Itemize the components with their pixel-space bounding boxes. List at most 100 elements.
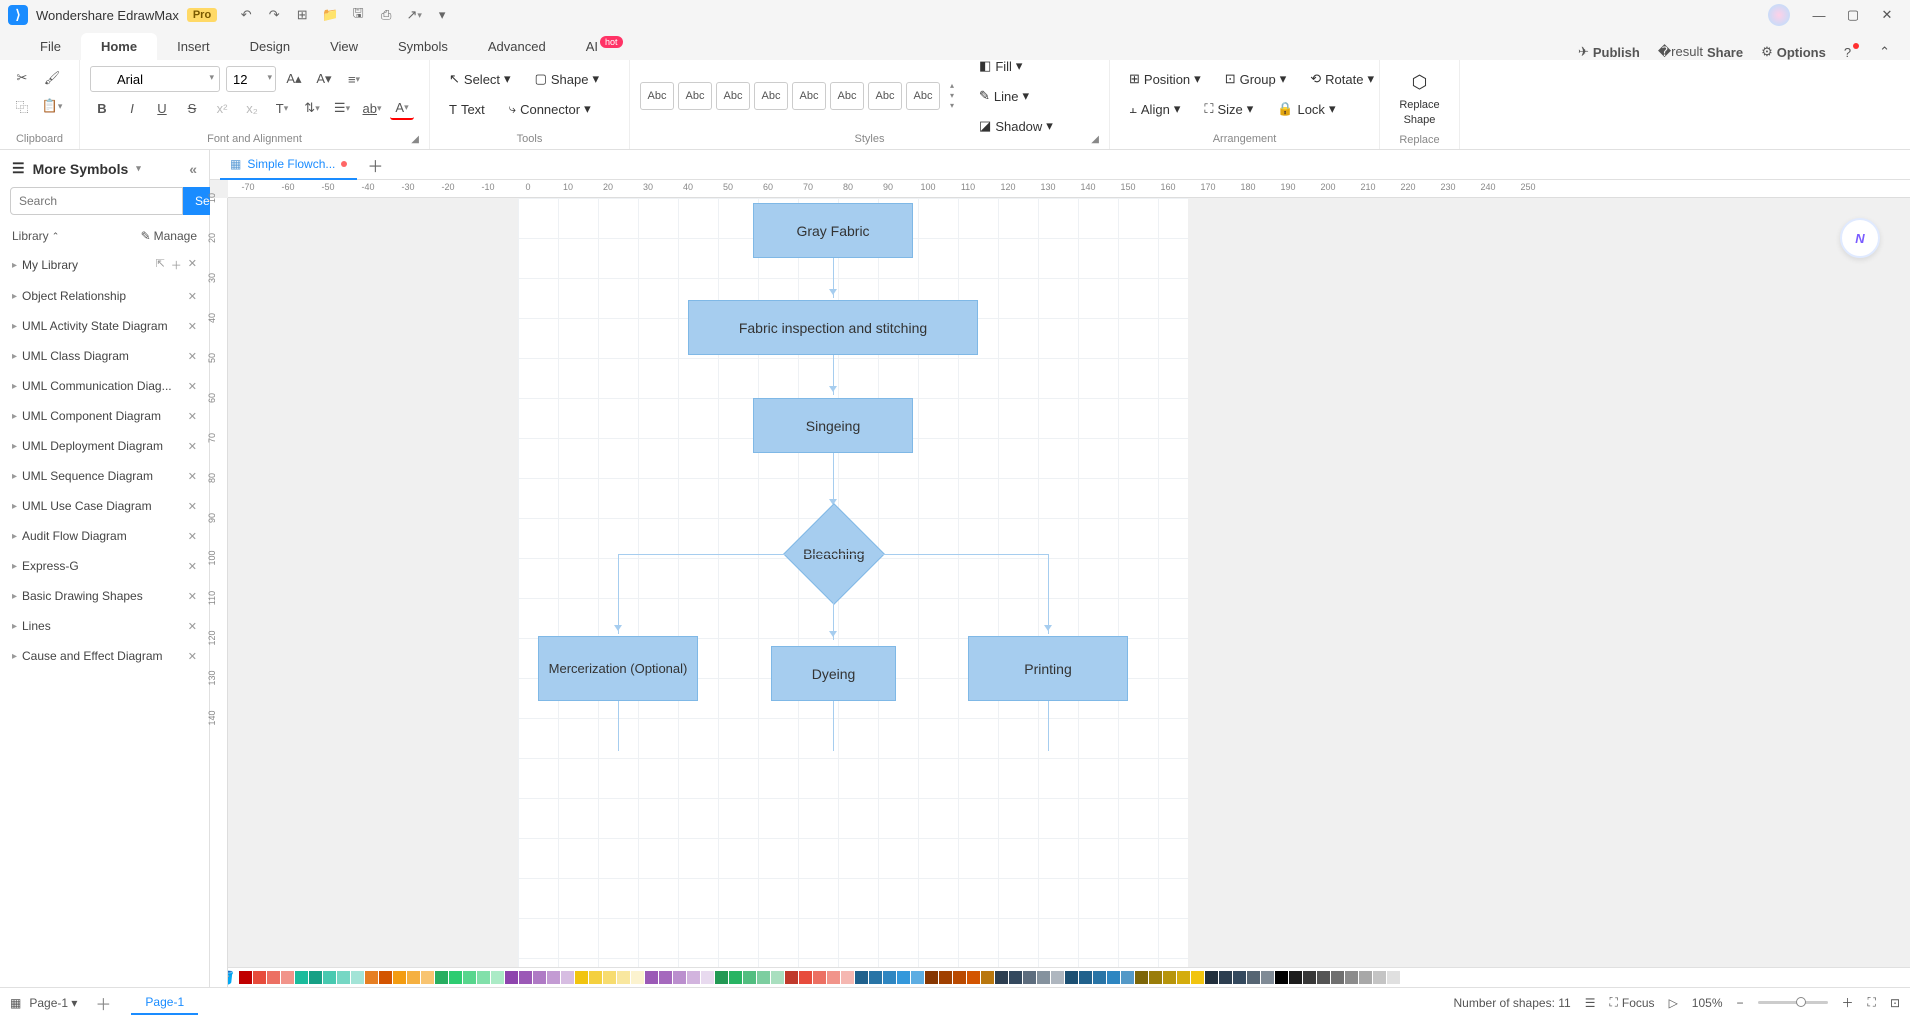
styles-dialog-launcher[interactable]: ◢ xyxy=(1091,134,1099,145)
close-icon[interactable]: ✕ xyxy=(188,560,197,573)
page-selector[interactable]: Page-1 ▾ xyxy=(29,996,77,1010)
tab-view[interactable]: View xyxy=(310,33,378,60)
color-swatch[interactable] xyxy=(477,971,490,984)
rotate-button[interactable]: ⟲ Rotate ▾ xyxy=(1301,66,1383,92)
color-swatch[interactable] xyxy=(295,971,308,984)
color-swatch[interactable] xyxy=(995,971,1008,984)
connector[interactable] xyxy=(1048,701,1049,751)
zoom-slider[interactable] xyxy=(1758,1001,1828,1004)
tab-insert[interactable]: Insert xyxy=(157,33,230,60)
close-icon[interactable]: ✕ xyxy=(188,320,197,333)
flowchart-node-1[interactable]: Gray Fabric xyxy=(753,203,913,258)
add-page-button[interactable]: ＋ xyxy=(95,991,111,1015)
close-icon[interactable]: ✕ xyxy=(188,257,197,273)
flowchart-node-2[interactable]: Fabric inspection and stitching xyxy=(688,300,978,355)
style-gallery-expand[interactable]: ▾ xyxy=(950,102,954,110)
symbol-search-input[interactable] xyxy=(10,187,183,215)
undo-button[interactable]: ↶ xyxy=(237,6,255,24)
shape-tool[interactable]: ▢ Shape ▾ xyxy=(526,66,608,92)
library-item[interactable]: ▸Basic Drawing Shapes✕ xyxy=(0,581,209,611)
color-swatch[interactable] xyxy=(421,971,434,984)
color-swatch[interactable] xyxy=(785,971,798,984)
document-tab[interactable]: ▦ Simple Flowch... xyxy=(220,150,357,180)
connector[interactable] xyxy=(833,355,834,395)
library-label[interactable]: Library xyxy=(12,229,49,243)
connector[interactable] xyxy=(618,701,619,751)
color-swatch[interactable] xyxy=(687,971,700,984)
library-item[interactable]: ▸UML Activity State Diagram✕ xyxy=(0,311,209,341)
text-tool[interactable]: T Text xyxy=(440,97,494,122)
new-button[interactable]: ⊞ xyxy=(293,6,311,24)
color-swatch[interactable] xyxy=(1163,971,1176,984)
color-swatch[interactable] xyxy=(1177,971,1190,984)
close-icon[interactable]: ✕ xyxy=(188,290,197,303)
page[interactable]: Gray Fabric Fabric inspection and stitch… xyxy=(518,198,1188,967)
publish-button[interactable]: ✈ Publish xyxy=(1578,44,1640,60)
color-swatch[interactable] xyxy=(1009,971,1022,984)
color-swatch[interactable] xyxy=(505,971,518,984)
options-button[interactable]: ⚙ Options xyxy=(1761,44,1826,60)
open-button[interactable]: 📁 xyxy=(321,6,339,24)
highlight-button[interactable]: ab xyxy=(360,96,384,120)
zoom-level[interactable]: 105% xyxy=(1692,996,1723,1010)
library-item[interactable]: ▸Audit Flow Diagram✕ xyxy=(0,521,209,551)
color-swatch[interactable] xyxy=(309,971,322,984)
color-swatch[interactable] xyxy=(1037,971,1050,984)
connector[interactable] xyxy=(833,701,834,751)
color-swatch[interactable] xyxy=(1051,971,1064,984)
color-swatch[interactable] xyxy=(1205,971,1218,984)
bullet-list-button[interactable]: ☰ xyxy=(330,96,354,120)
line-button[interactable]: ✎ Line ▾ xyxy=(970,83,1062,109)
decrease-font-button[interactable]: A▾ xyxy=(312,67,336,91)
import-icon[interactable]: ⇱ xyxy=(156,257,165,273)
color-swatch[interactable] xyxy=(967,971,980,984)
color-swatch[interactable] xyxy=(1219,971,1232,984)
flowchart-node-5[interactable]: Mercerization (Optional) xyxy=(538,636,698,701)
close-icon[interactable]: ✕ xyxy=(188,620,197,633)
connector[interactable] xyxy=(1048,554,1049,634)
collapse-ribbon-button[interactable]: ⌃ xyxy=(1879,44,1890,60)
underline-button[interactable]: U xyxy=(150,96,174,120)
replace-shape-button[interactable]: ⬡ Replace Shape xyxy=(1390,66,1449,132)
save-button[interactable]: 🖫 xyxy=(349,6,367,24)
color-swatch[interactable] xyxy=(449,971,462,984)
close-icon[interactable]: ✕ xyxy=(188,350,197,363)
color-swatch[interactable] xyxy=(253,971,266,984)
subscript-button[interactable]: x₂ xyxy=(240,96,264,120)
font-family-select[interactable] xyxy=(90,66,220,92)
color-swatch[interactable] xyxy=(1345,971,1358,984)
color-swatch[interactable] xyxy=(1023,971,1036,984)
color-swatch[interactable] xyxy=(799,971,812,984)
fill-button[interactable]: ◧ Fill ▾ xyxy=(970,53,1062,79)
close-button[interactable]: ✕ xyxy=(1872,3,1902,27)
color-swatch[interactable] xyxy=(337,971,350,984)
library-item[interactable]: ▸UML Sequence Diagram✕ xyxy=(0,461,209,491)
present-button[interactable]: ▷ xyxy=(1669,996,1678,1010)
connector[interactable] xyxy=(618,554,619,634)
library-item[interactable]: ▸UML Deployment Diagram✕ xyxy=(0,431,209,461)
color-swatch[interactable] xyxy=(827,971,840,984)
canvas[interactable]: Gray Fabric Fabric inspection and stitch… xyxy=(228,198,1910,967)
user-avatar[interactable] xyxy=(1768,4,1790,26)
color-swatch[interactable] xyxy=(1275,971,1288,984)
print-button[interactable]: ⎙ xyxy=(377,6,395,24)
cut-button[interactable]: ✂ xyxy=(10,66,34,90)
font-dialog-launcher[interactable]: ◢ xyxy=(411,134,419,145)
select-tool[interactable]: ↖ Select ▾ xyxy=(440,66,520,92)
color-swatch[interactable] xyxy=(1317,971,1330,984)
focus-button[interactable]: ⛶ Focus xyxy=(1609,995,1654,1010)
library-item[interactable]: ▸Lines✕ xyxy=(0,611,209,641)
italic-button[interactable]: I xyxy=(120,96,144,120)
tab-file[interactable]: File xyxy=(20,33,81,60)
connector[interactable] xyxy=(833,258,834,298)
color-swatch[interactable] xyxy=(1079,971,1092,984)
close-icon[interactable]: ✕ xyxy=(188,380,197,393)
position-button[interactable]: ⊞ Position ▾ xyxy=(1120,66,1210,92)
redo-button[interactable]: ↷ xyxy=(265,6,283,24)
library-item[interactable]: ▸Express-G✕ xyxy=(0,551,209,581)
color-swatch[interactable] xyxy=(743,971,756,984)
tab-advanced[interactable]: Advanced xyxy=(468,33,566,60)
bold-button[interactable]: B xyxy=(90,96,114,120)
flowchart-node-7[interactable]: Printing xyxy=(968,636,1128,701)
color-swatch[interactable] xyxy=(631,971,644,984)
